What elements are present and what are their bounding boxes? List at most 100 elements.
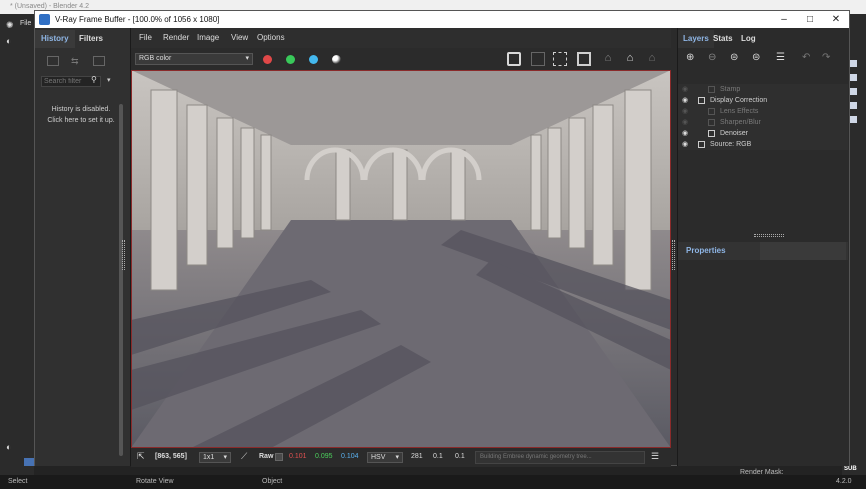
- tool-icon[interactable]: [850, 60, 857, 67]
- render-mask-label: Render Mask:: [740, 469, 784, 476]
- layers-toolbar: ⊕ ⊖ ⊜ ⊜ ☰ ↶ ↷: [684, 52, 844, 68]
- layer-label: Denoiser: [720, 130, 749, 137]
- layer-row[interactable]: ◉ Display Correction: [678, 95, 850, 106]
- visibility-eye-icon[interactable]: ◉: [682, 117, 688, 128]
- tool-icon[interactable]: [850, 88, 857, 95]
- log-icon[interactable]: ☰: [651, 451, 663, 463]
- list-menu-icon[interactable]: ☰: [776, 52, 785, 63]
- layer-row[interactable]: ◉ Sharpen/Blur: [678, 117, 850, 128]
- delete-layer-icon[interactable]: ⊖: [708, 52, 716, 63]
- layer-label: Lens Effects: [720, 108, 759, 115]
- blue-value: 0.104: [341, 453, 359, 460]
- render-viewport[interactable]: [122, 70, 675, 448]
- left-panel-splitter[interactable]: [122, 240, 125, 270]
- save-layers-icon[interactable]: ⊜: [730, 52, 738, 63]
- tab-log[interactable]: Log: [736, 30, 761, 48]
- color-mode-value: HSV: [371, 454, 386, 461]
- layer-icon: [708, 108, 715, 115]
- render-progress-status: Building Embree dynamic geometry tree...: [475, 451, 645, 464]
- raw-label: Raw: [259, 453, 274, 460]
- save-image-icon[interactable]: [507, 52, 521, 66]
- panel-splitter[interactable]: [754, 234, 784, 237]
- visibility-eye-icon[interactable]: ◉: [682, 84, 688, 95]
- create-layer-icon[interactable]: ⊕: [686, 52, 694, 63]
- vfb-status-bar: ⇱ [863, 565] 1x1 ▾ ⟋ Raw 0.101 0.095 0.1…: [131, 448, 671, 467]
- close-button[interactable]: ✕: [823, 11, 849, 28]
- render-icon[interactable]: ⌂: [601, 52, 615, 66]
- blue-channel-toggle[interactable]: [309, 55, 318, 64]
- menu-image[interactable]: Image: [197, 28, 219, 48]
- blender-logo-icon[interactable]: ✺: [6, 20, 20, 30]
- red-value: 0.101: [289, 453, 307, 460]
- raw-toggle[interactable]: [275, 453, 283, 461]
- color-mode-select[interactable]: HSV ▾: [367, 452, 403, 463]
- tool-icon[interactable]: [850, 102, 857, 109]
- tab-history[interactable]: History: [35, 30, 75, 48]
- move-filter-icon[interactable]: ⇆: [71, 56, 83, 66]
- export-icon[interactable]: [531, 52, 545, 66]
- menu-options[interactable]: Options: [257, 28, 285, 48]
- properties-header-bar: [760, 242, 846, 260]
- green-channel-toggle[interactable]: [286, 55, 295, 64]
- undo-icon[interactable]: ↶: [802, 52, 810, 63]
- tab-stats[interactable]: Stats: [708, 30, 738, 48]
- sub-label: SUB: [844, 466, 857, 472]
- layer-label: Stamp: [720, 86, 741, 93]
- layer-label: Source: RGB: [710, 141, 752, 148]
- search-icon[interactable]: ⚲: [91, 75, 97, 84]
- history-scrollbar[interactable]: [119, 104, 123, 456]
- redo-icon[interactable]: ↷: [822, 52, 830, 63]
- active-indicator: [24, 458, 34, 466]
- status-select: Select: [8, 478, 28, 485]
- channel-select[interactable]: RGB color ▾: [135, 53, 253, 65]
- maximize-button[interactable]: □: [797, 11, 823, 28]
- layer-row[interactable]: ◉ Denoiser: [678, 128, 850, 139]
- vfb-title: V-Ray Frame Buffer - [100.0% of 1056 x 1…: [55, 15, 220, 24]
- globe-icon[interactable]: ◐: [6, 36, 24, 48]
- layer-row[interactable]: ◉ Source: RGB: [678, 139, 850, 150]
- history-disabled-text: History is disabled.: [51, 106, 111, 113]
- zoom-value: 1x1: [203, 454, 215, 461]
- add-filter-icon[interactable]: [47, 56, 59, 66]
- layer-icon: [708, 119, 715, 126]
- color-picker-icon[interactable]: ⟋: [241, 451, 247, 462]
- layer-icon: [708, 130, 715, 137]
- red-channel-toggle[interactable]: [263, 55, 272, 64]
- chevron-down-icon[interactable]: ▾: [107, 76, 119, 87]
- minimize-button[interactable]: –: [771, 11, 797, 28]
- stop-render-icon[interactable]: ⌂: [645, 52, 659, 66]
- zoom-select[interactable]: 1x1 ▾: [199, 452, 231, 463]
- layer-row[interactable]: ◉ Stamp: [678, 84, 850, 95]
- menu-view[interactable]: View: [231, 28, 248, 48]
- tool-icon[interactable]: [850, 74, 857, 81]
- visibility-eye-icon[interactable]: ◉: [682, 95, 688, 106]
- vfb-titlebar: V-Ray Frame Buffer - [100.0% of 1056 x 1…: [35, 11, 849, 28]
- menu-file[interactable]: File: [139, 28, 152, 48]
- tab-filters[interactable]: Filters: [73, 30, 109, 48]
- status-object: Object: [262, 478, 283, 485]
- right-panel-splitter[interactable]: [672, 240, 675, 270]
- properties-title: Properties: [686, 246, 726, 255]
- history-setup-link[interactable]: Click here to set it up.: [35, 117, 127, 124]
- mode-icon[interactable]: ◐: [6, 442, 24, 454]
- visibility-eye-icon[interactable]: ◉: [682, 106, 688, 117]
- save-filter-icon[interactable]: [93, 56, 105, 66]
- tool-icon[interactable]: [850, 116, 857, 123]
- track-mouse-icon[interactable]: [577, 52, 591, 66]
- chevron-down-icon: ▾: [223, 454, 227, 461]
- green-value: 0.095: [315, 453, 333, 460]
- interactive-render-icon[interactable]: ⌂: [623, 52, 637, 66]
- blender-file-menu[interactable]: File: [20, 20, 31, 27]
- layer-list: ◉ Stamp ◉ Display Correction ◉ Lens Effects ◉ S…: [678, 84, 848, 150]
- load-layers-icon[interactable]: ⊜: [752, 52, 760, 63]
- pin-icon[interactable]: ⇱: [137, 451, 147, 463]
- layer-label: Display Correction: [710, 97, 768, 104]
- menu-render[interactable]: Render: [163, 28, 189, 48]
- layer-row[interactable]: ◉ Lens Effects: [678, 106, 850, 117]
- region-render-icon[interactable]: [553, 52, 567, 66]
- visibility-eye-icon[interactable]: ◉: [682, 128, 688, 139]
- vfb-menu-bar: File Render Image View Options: [131, 28, 671, 48]
- alpha-channel-toggle[interactable]: [332, 55, 341, 64]
- rendered-image: [131, 70, 671, 448]
- visibility-eye-icon[interactable]: ◉: [682, 139, 688, 150]
